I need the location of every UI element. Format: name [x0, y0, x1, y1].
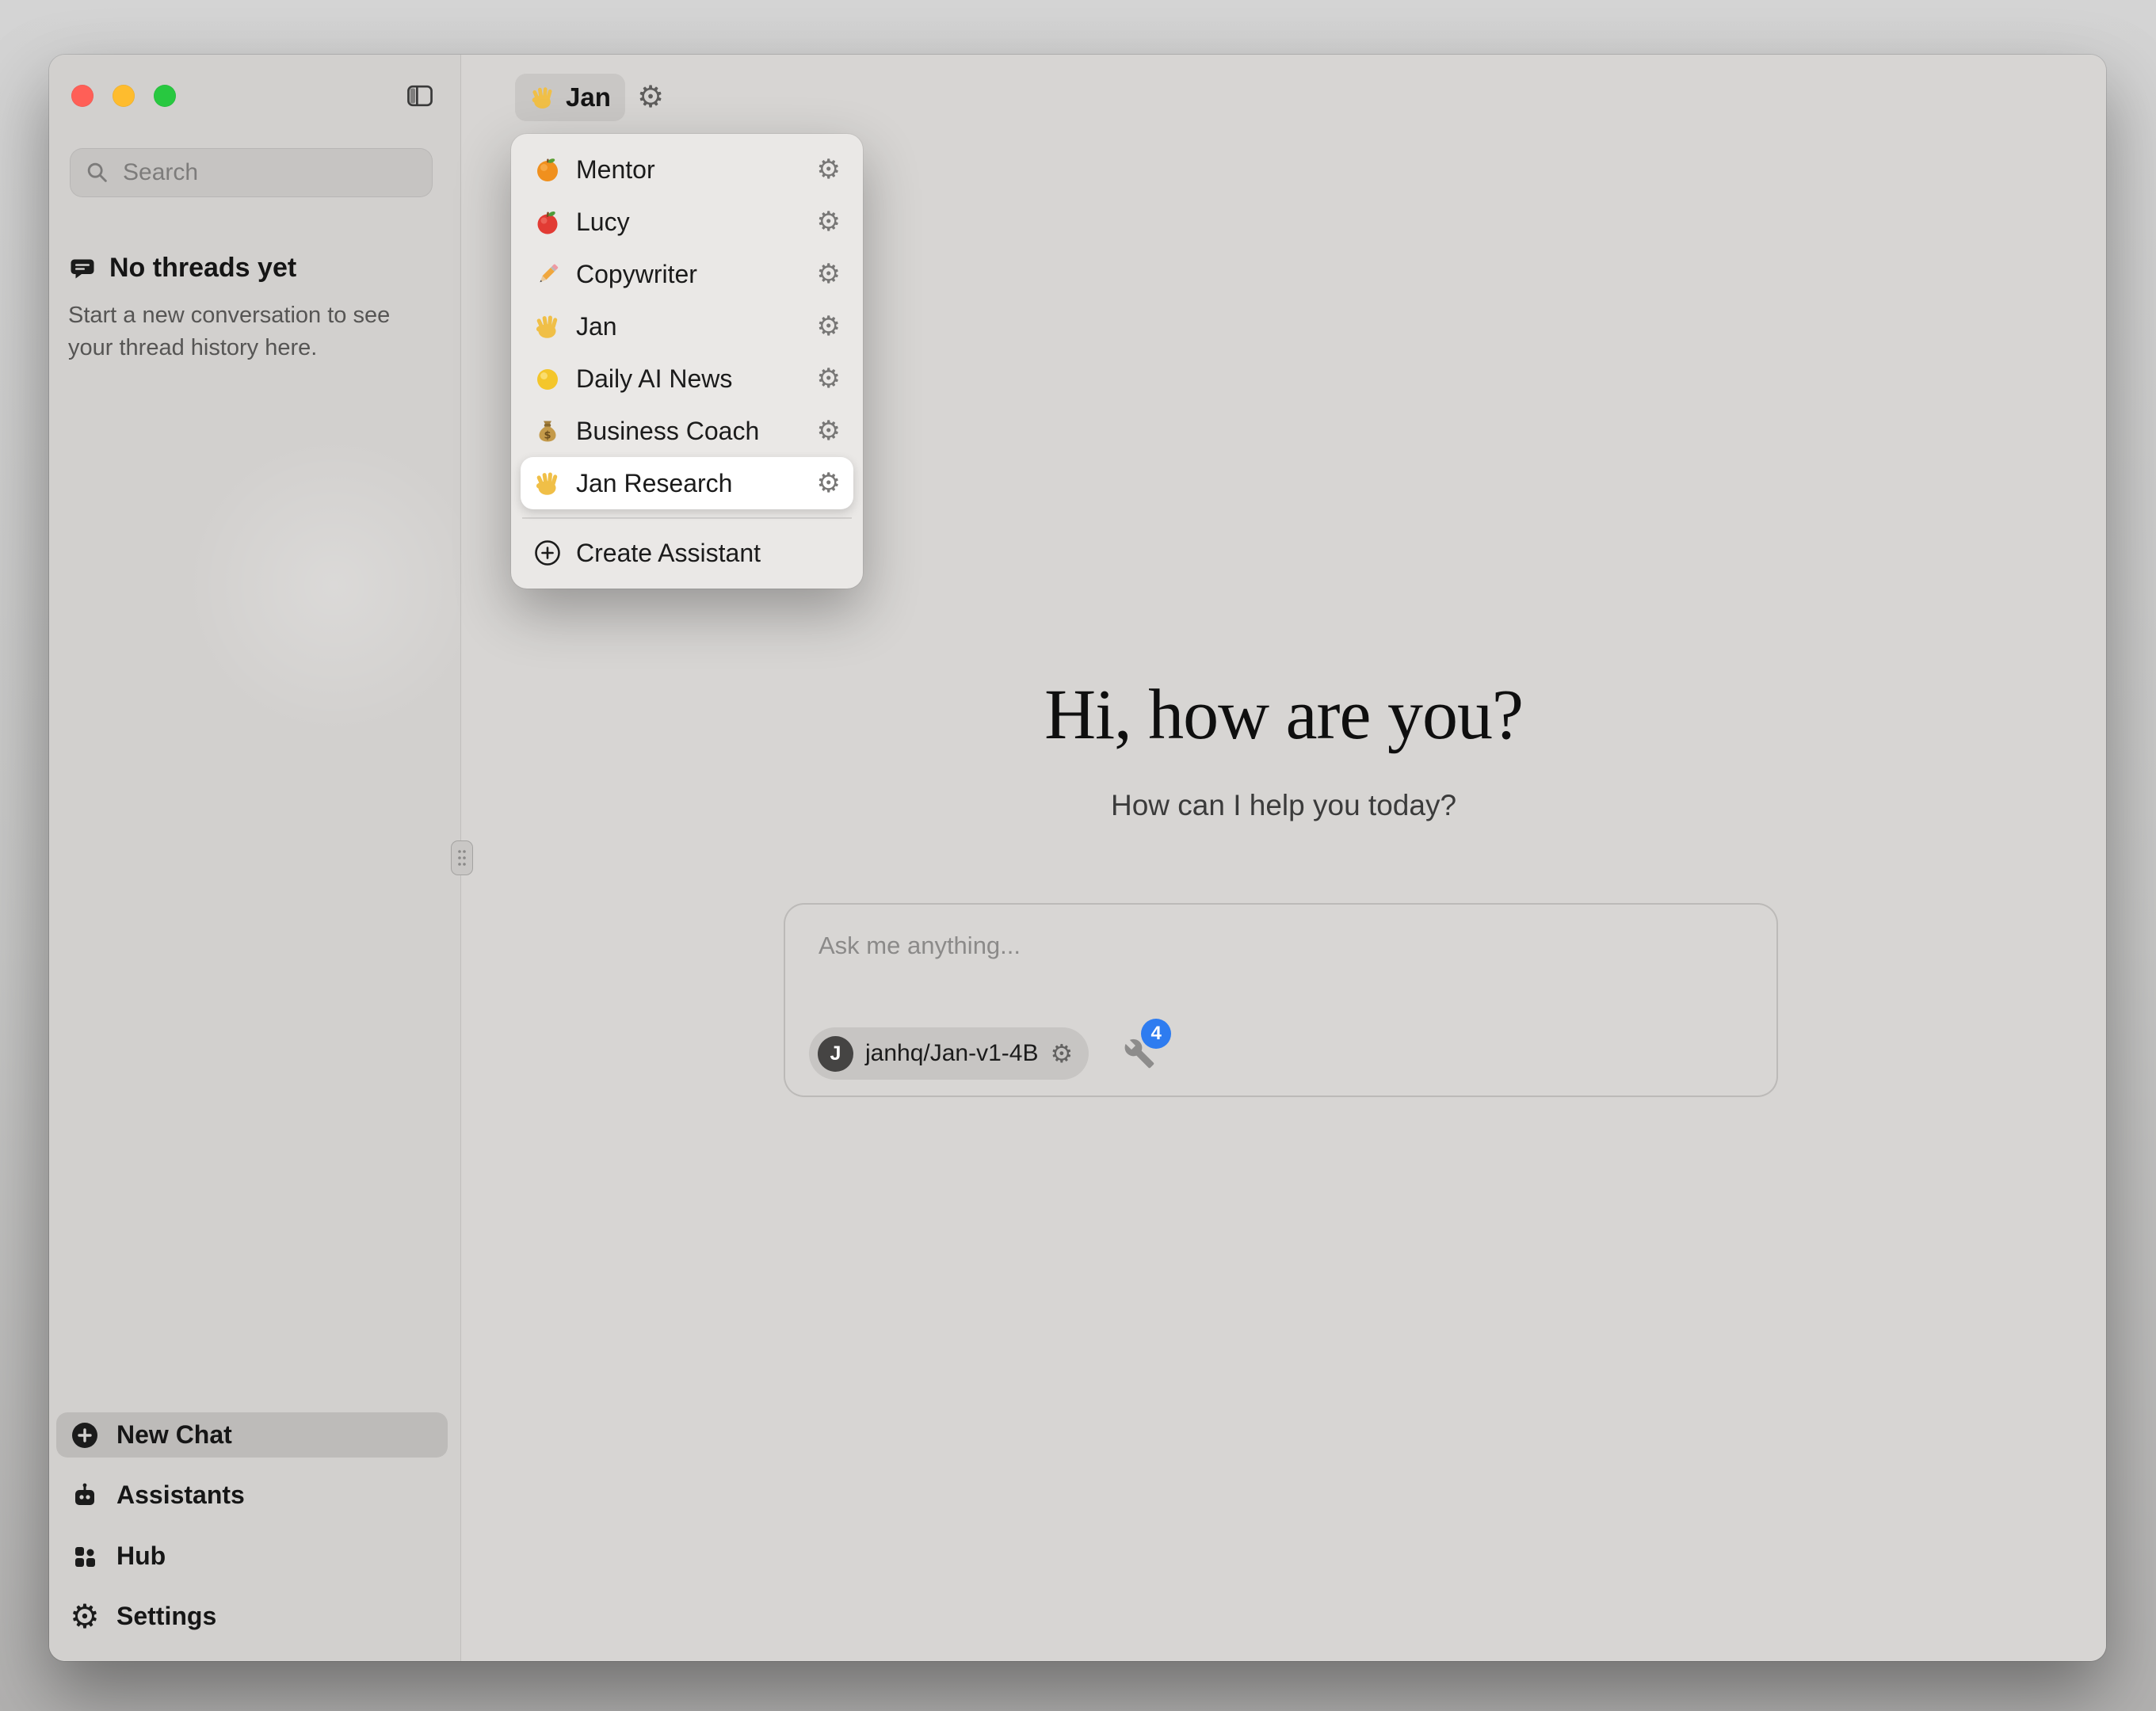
plus-circle-icon [69, 1419, 101, 1451]
chat-input[interactable] [817, 930, 1692, 989]
sidebar-item-assistants[interactable]: Assistants [56, 1473, 448, 1518]
tools-count-badge: 4 [1141, 1019, 1171, 1049]
app-window: No threads yet Start a new conversation … [49, 55, 2106, 1661]
menu-item-jan-research[interactable]: Jan Research ⚙ [521, 457, 853, 509]
gear-icon[interactable]: ⚙ [817, 261, 841, 288]
tools-button[interactable]: 4 [1120, 1035, 1158, 1073]
menu-item-label: Daily AI News [576, 364, 732, 394]
money-bag-emoji-icon [533, 417, 562, 445]
hub-icon [69, 1541, 101, 1572]
minimize-button[interactable] [113, 85, 135, 107]
assistant-selector-button[interactable]: Jan [515, 74, 625, 121]
greeting: Hi, how are you? How can I help you toda… [461, 674, 2106, 822]
menu-item-jan[interactable]: Jan ⚙ [521, 300, 853, 352]
sidebar-item-label: New Chat [116, 1420, 232, 1450]
gear-icon[interactable]: ⚙ [1050, 1041, 1073, 1066]
gear-icon[interactable]: ⚙ [817, 313, 841, 340]
sidebar-toggle-button[interactable] [401, 77, 439, 115]
menu-item-label: Mentor [576, 155, 655, 185]
search-field[interactable] [70, 148, 433, 197]
menu-item-label: Create Assistant [576, 539, 761, 568]
model-name: janhq/Jan-v1-4B [865, 1040, 1038, 1067]
gear-icon[interactable]: ⚙ [817, 156, 841, 183]
sidebar-resize-handle[interactable] [451, 840, 473, 875]
assistant-settings-button[interactable]: ⚙ [629, 75, 672, 118]
wave-emoji-icon [533, 312, 562, 341]
sidebar-toggle-icon [404, 80, 436, 112]
grip-dots-icon [456, 848, 467, 868]
model-selector[interactable]: J janhq/Jan-v1-4B ⚙ [809, 1027, 1089, 1080]
chat-composer[interactable]: J janhq/Jan-v1-4B ⚙ 4 [784, 903, 1778, 1097]
menu-divider [522, 517, 852, 519]
menu-item-label: Jan [576, 312, 617, 341]
gear-icon[interactable]: ⚙ [817, 365, 841, 392]
pencil-emoji-icon [533, 260, 562, 288]
model-avatar: J [818, 1036, 853, 1072]
gear-icon[interactable]: ⚙ [817, 470, 841, 497]
empty-state-description: Start a new conversation to see your thr… [68, 299, 433, 364]
sidebar-item-settings[interactable]: ⚙ Settings [56, 1594, 448, 1639]
menu-item-label: Jan Research [576, 469, 732, 498]
close-button[interactable] [71, 85, 93, 107]
menu-item-label: Business Coach [576, 417, 759, 446]
current-assistant-name: Jan [566, 82, 611, 112]
plus-circle-outline-icon [533, 539, 562, 567]
yellow-circle-emoji-icon [533, 364, 562, 393]
empty-threads-state: No threads yet Start a new conversation … [68, 253, 433, 364]
sidebar-item-new-chat[interactable]: New Chat [56, 1412, 448, 1458]
sidebar-item-hub[interactable]: Hub [56, 1534, 448, 1579]
menu-item-create-assistant[interactable]: Create Assistant [521, 527, 853, 579]
sidebar-item-label: Settings [116, 1602, 216, 1631]
search-input[interactable] [121, 158, 418, 187]
menu-item-mentor[interactable]: Mentor ⚙ [521, 143, 853, 196]
greeting-title: Hi, how are you? [461, 674, 2106, 756]
main-area: Jan ⚙ Mentor ⚙ Lucy ⚙ Copywriter ⚙ [461, 55, 2106, 1661]
orange-emoji-icon [533, 155, 562, 184]
menu-item-copywriter[interactable]: Copywriter ⚙ [521, 248, 853, 300]
apple-emoji-icon [533, 208, 562, 236]
menu-item-daily-ai-news[interactable]: Daily AI News ⚙ [521, 352, 853, 405]
search-icon [85, 160, 110, 185]
greeting-subtitle: How can I help you today? [461, 789, 2106, 822]
menu-item-label: Copywriter [576, 260, 697, 289]
menu-item-lucy[interactable]: Lucy ⚙ [521, 196, 853, 248]
wave-emoji-icon [533, 469, 562, 497]
assistant-dropdown-menu: Mentor ⚙ Lucy ⚙ Copywriter ⚙ Jan ⚙ Daily [511, 134, 863, 589]
window-controls [71, 85, 176, 107]
sidebar-item-label: Assistants [116, 1480, 245, 1510]
sidebar: No threads yet Start a new conversation … [49, 55, 461, 1661]
menu-item-label: Lucy [576, 208, 630, 237]
sidebar-item-label: Hub [116, 1541, 166, 1571]
assistants-icon [69, 1480, 101, 1511]
gear-icon: ⚙ [637, 79, 664, 115]
empty-state-title: No threads yet [109, 253, 296, 284]
menu-item-business-coach[interactable]: Business Coach ⚙ [521, 405, 853, 457]
wave-emoji-icon [529, 84, 556, 111]
chat-bubble-icon [68, 254, 97, 283]
gear-icon: ⚙ [69, 1601, 101, 1633]
gear-icon[interactable]: ⚙ [817, 208, 841, 235]
gear-icon[interactable]: ⚙ [817, 417, 841, 444]
zoom-button[interactable] [154, 85, 176, 107]
